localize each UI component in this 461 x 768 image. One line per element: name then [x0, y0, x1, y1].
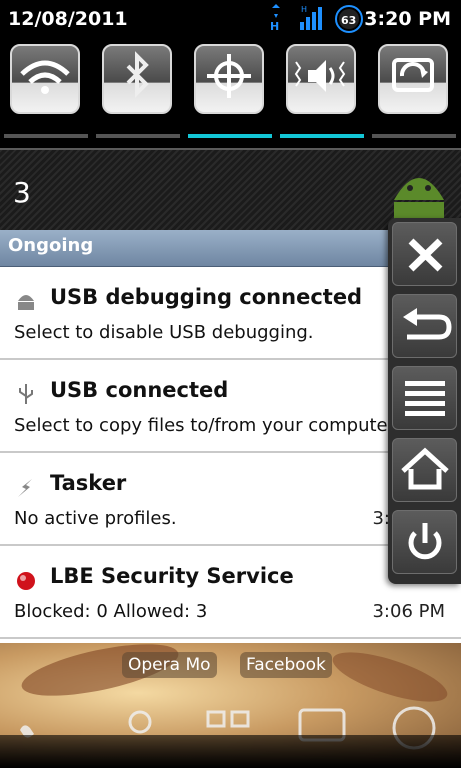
dock-bar [0, 735, 461, 768]
ongoing-label: Ongoing [8, 235, 94, 256]
bluetooth-toggle[interactable] [102, 44, 172, 114]
status-date: 12/08/2011 [8, 8, 128, 30]
svg-text:H: H [301, 5, 307, 14]
lbe-security-icon [17, 572, 35, 590]
bluetooth-icon [126, 51, 149, 98]
notification-title: USB connected [50, 378, 229, 402]
notification-count: 3 [13, 176, 31, 209]
home-button[interactable] [392, 438, 457, 502]
vibrate-sound-icon [294, 60, 346, 92]
back-button[interactable] [392, 294, 457, 358]
sound-indicator [280, 134, 364, 138]
usb-icon [19, 384, 33, 404]
battery-icon: 63 [335, 5, 363, 33]
svg-text:63: 63 [341, 14, 356, 27]
wifi-indicator [4, 134, 88, 138]
quick-toggles [0, 38, 461, 142]
rotate-indicator [372, 134, 456, 138]
shortcut-facebook[interactable]: Facebook [240, 652, 332, 678]
wifi-toggle[interactable] [10, 44, 80, 114]
power-button[interactable] [392, 510, 457, 574]
app-drawer-icon[interactable] [206, 710, 250, 728]
side-navigation-overlay [388, 218, 461, 584]
sound-toggle[interactable] [286, 44, 356, 114]
gps-indicator [188, 134, 272, 138]
notification-title: USB debugging connected [50, 285, 363, 309]
close-icon [408, 238, 443, 272]
gps-icon [207, 54, 251, 98]
android-icon [394, 178, 444, 224]
bluetooth-indicator [96, 134, 180, 138]
notification-time: 3:06 PM [372, 601, 445, 622]
notification-title: LBE Security Service [50, 564, 294, 588]
svg-text:H: H [270, 20, 279, 33]
notification-text: Blocked: 0 Allowed: 3 [14, 601, 208, 622]
contacts-icon[interactable] [128, 710, 152, 734]
power-icon [408, 523, 442, 560]
shortcut-opera[interactable]: Opera Mo [122, 652, 217, 678]
auto-rotate-toggle[interactable] [378, 44, 448, 114]
menu-icon [405, 381, 445, 416]
status-time: 3:20 PM [364, 8, 451, 30]
wifi-icon [20, 60, 70, 94]
notification-title: Tasker [50, 471, 127, 495]
data-transfer-icon: H [270, 4, 280, 33]
back-icon [403, 308, 452, 340]
tasker-icon [18, 479, 32, 497]
menu-button[interactable] [392, 366, 457, 430]
status-icons: H H 63 [270, 4, 363, 33]
notification-text: No active profiles. [14, 508, 177, 529]
android-debug-icon [18, 295, 34, 310]
notification-text: Select to copy files to/from your comput… [14, 415, 400, 436]
close-button[interactable] [392, 222, 457, 286]
notification-text: Select to disable USB debugging. [14, 322, 314, 343]
gps-toggle[interactable] [194, 44, 264, 114]
rotate-icon [392, 58, 434, 92]
signal-icon: H [300, 5, 322, 30]
home-icon [401, 447, 449, 490]
